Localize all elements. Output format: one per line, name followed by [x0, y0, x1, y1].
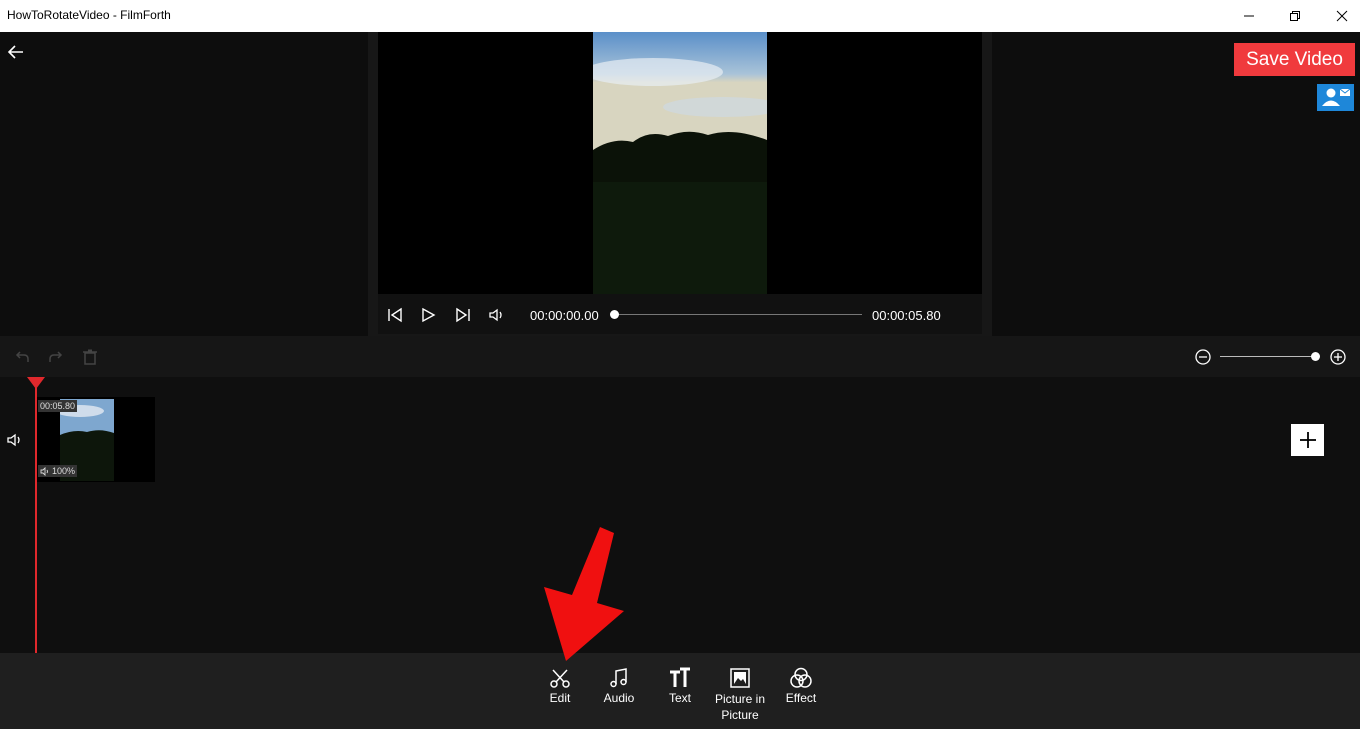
arrow-left-icon: [7, 45, 23, 59]
nav-picture-in-picture-label: Picture in Picture: [714, 692, 766, 722]
trash-icon[interactable]: [81, 348, 99, 366]
music-note-icon: [610, 668, 627, 688]
volume-icon: [40, 467, 48, 476]
left-panel: [0, 32, 368, 336]
volume-icon[interactable]: [488, 306, 506, 324]
nav-effect-label: Effect: [785, 691, 817, 705]
zoom-slider-knob[interactable]: [1311, 352, 1320, 361]
scrub-track[interactable]: [615, 314, 862, 315]
restore-button[interactable]: [1272, 0, 1318, 32]
player-controls: 00:00:00.00 00:00:05.80: [378, 294, 982, 334]
skip-back-icon[interactable]: [386, 306, 404, 324]
back-button[interactable]: [6, 44, 26, 60]
plus-icon: [1299, 432, 1316, 448]
playhead-line[interactable]: [35, 379, 37, 653]
close-button[interactable]: [1319, 0, 1360, 32]
video-frame: [593, 32, 767, 294]
nav-audio[interactable]: Audio: [589, 666, 649, 705]
clip-volume: 100%: [38, 465, 78, 477]
nav-audio-label: Audio: [603, 691, 635, 705]
volume-icon: [7, 433, 20, 447]
clip-volume-label: 100%: [52, 466, 76, 476]
undo-icon[interactable]: [13, 348, 31, 366]
close-icon: [1336, 10, 1348, 22]
add-media-button[interactable]: [1291, 424, 1324, 456]
playhead-handle[interactable]: [27, 377, 45, 389]
play-icon[interactable]: [419, 306, 437, 324]
nav-edit[interactable]: Edit: [530, 666, 590, 705]
timeline[interactable]: [0, 377, 1360, 653]
contact-button[interactable]: [1317, 84, 1354, 111]
timeline-toolbar: [0, 336, 1360, 377]
redo-icon[interactable]: [47, 348, 65, 366]
minimize-button[interactable]: [1226, 0, 1272, 32]
zoom-out-icon[interactable]: [1194, 348, 1212, 366]
effect-icon: [790, 667, 812, 688]
text-icon: [670, 667, 690, 687]
annotation-arrow-icon: [544, 527, 624, 661]
nav-picture-in-picture[interactable]: Picture in Picture: [706, 666, 774, 723]
restore-icon: [1290, 11, 1300, 21]
window-title: HowToRotateVideo - FilmForth: [7, 8, 171, 22]
nav-text[interactable]: Text: [650, 666, 710, 705]
zoom-slider-track[interactable]: [1220, 356, 1314, 357]
nav-effect[interactable]: Effect: [771, 666, 831, 705]
save-video-button[interactable]: Save Video: [1234, 43, 1355, 76]
zoom-in-icon[interactable]: [1329, 348, 1347, 366]
contact-icon: [1322, 88, 1351, 106]
title-bar: HowToRotateVideo - FilmForth: [0, 0, 1360, 32]
scrub-knob[interactable]: [610, 310, 619, 319]
minimize-icon: [1244, 15, 1254, 17]
scissors-icon: [550, 669, 570, 688]
skip-forward-icon[interactable]: [454, 306, 472, 324]
picture-icon: [730, 668, 750, 688]
nav-text-label: Text: [668, 691, 691, 705]
right-panel: [992, 32, 1360, 336]
current-time: 00:00:00.00: [530, 308, 599, 323]
clip-duration: 00:05.80: [38, 400, 78, 412]
total-time: 00:00:05.80: [872, 308, 941, 323]
track-volume-button[interactable]: [6, 432, 24, 448]
nav-edit-label: Edit: [549, 691, 571, 705]
